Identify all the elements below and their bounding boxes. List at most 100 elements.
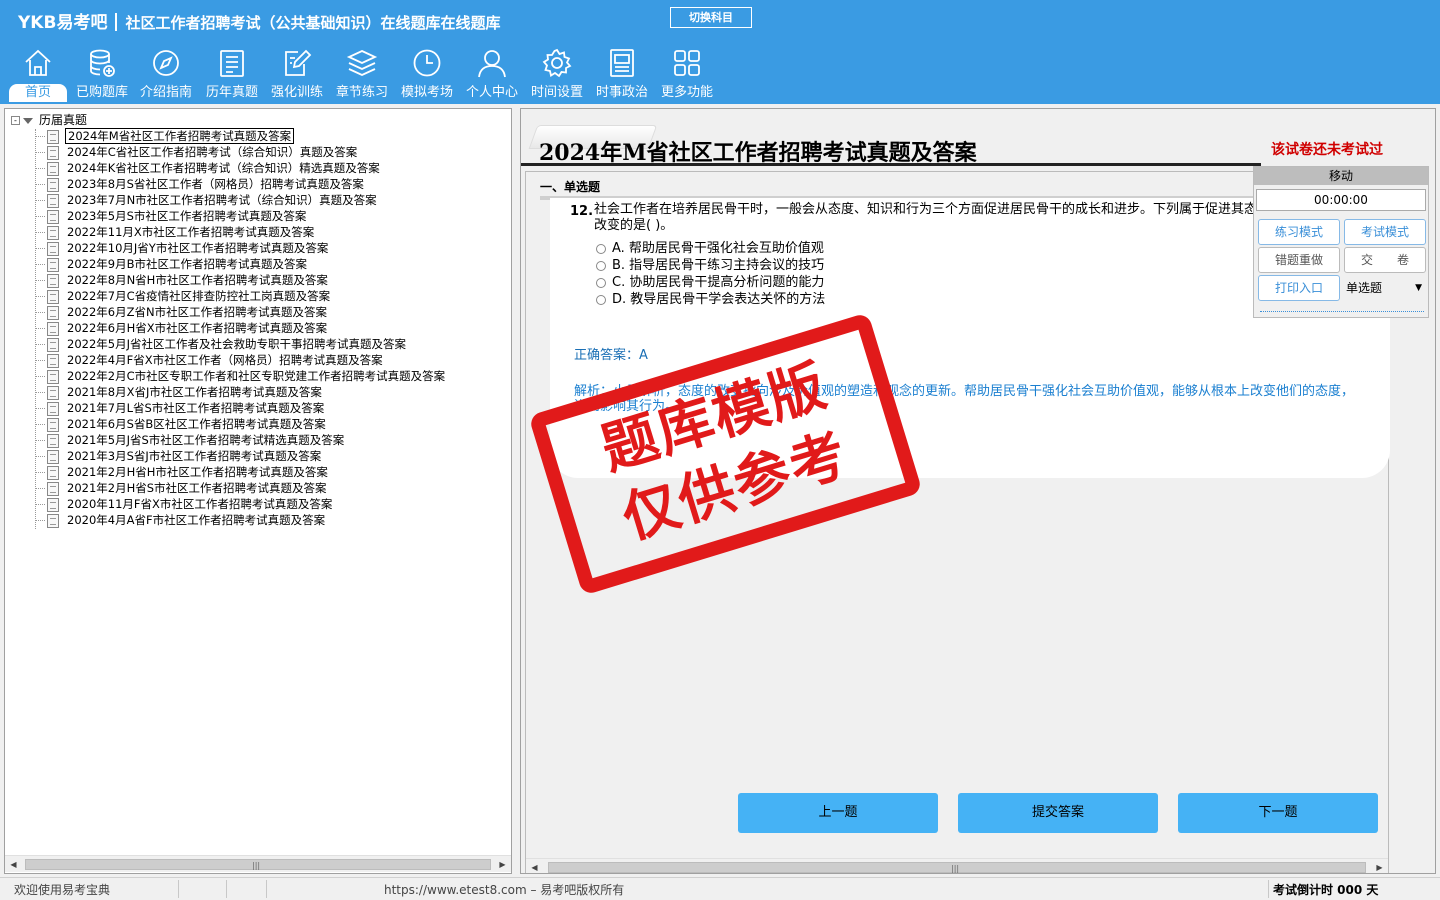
radio-button[interactable] [596, 294, 606, 305]
tree-root[interactable]: - 历届真题 [11, 112, 87, 128]
practice-mode-button[interactable]: 练习模式 [1258, 219, 1340, 245]
nav-more-features[interactable]: 更多功能 [655, 46, 719, 102]
gear-icon [542, 48, 572, 78]
document-icon [47, 481, 59, 496]
tree-connector [35, 408, 45, 409]
tree-item[interactable]: 2022年6月H省X市社区工作者招聘考试真题及答案 [35, 320, 329, 336]
nav-chapter-practice[interactable]: 章节练习 [330, 46, 394, 102]
redo-wrong-button[interactable]: 错题重做 [1258, 247, 1340, 273]
tree-connector [35, 472, 45, 473]
compass-icon [153, 50, 179, 76]
tree-horizontal-scrollbar[interactable]: ◀ ||| ▶ [5, 855, 511, 872]
home-icon [25, 49, 51, 76]
tree-item[interactable]: 2021年2月H省S市社区工作者招聘考试真题及答案 [35, 480, 329, 496]
tree-item[interactable]: 2021年7月L省S市社区工作者招聘考试真题及答案 [35, 400, 326, 416]
app-title: 社区工作者招聘考试（公共基础知识）在线题库在线题库 [125, 14, 501, 32]
document-icon [47, 433, 59, 448]
question-text: 社会工作者在培养居民骨干时，一般会从态度、知识和行为三个方面促进居民骨干的成长和… [594, 202, 1271, 233]
document-icon [47, 241, 59, 256]
option-c[interactable]: C. 协助居民骨干提高分析问题的能力 [596, 274, 824, 291]
scroll-left-icon[interactable]: ◀ [5, 856, 22, 873]
nav-label: 强化训练 [270, 85, 323, 100]
tree-item[interactable]: 2022年7月C省疫情社区排查防控社工岗真题及答案 [35, 288, 332, 304]
scroll-thumb[interactable]: ||| [25, 859, 491, 870]
timer-display: 00:00:00 [1256, 189, 1426, 211]
option-b[interactable]: B. 指导居民骨干练习主持会议的技巧 [596, 257, 824, 274]
document-icon [47, 369, 59, 384]
tree-connector [35, 488, 45, 489]
prev-question-button[interactable]: 上一题 [738, 793, 938, 833]
tree-item[interactable]: 2022年5月J省社区工作者及社会救助专职干事招聘考试真题及答案 [35, 336, 408, 352]
header-bar: YKB易考吧 社区工作者招聘考试（公共基础知识）在线题库在线题库 切换科目 首页 … [0, 0, 1440, 104]
scroll-right-icon[interactable]: ▶ [1371, 859, 1388, 873]
tree-item[interactable]: 2021年5月J省S市社区工作者招聘考试精选真题及答案 [35, 432, 346, 448]
tree-item-label: 2024年M省社区工作者招聘考试真题及答案 [65, 128, 295, 144]
scroll-left-icon[interactable]: ◀ [526, 859, 543, 873]
nav-mock-exam[interactable]: 模拟考场 [395, 46, 459, 102]
dropdown-arrow-icon[interactable]: ▼ [1415, 275, 1422, 301]
exam-mode-button[interactable]: 考试模式 [1344, 219, 1426, 245]
tree-item[interactable]: 2022年10月J省Y市社区工作者招聘考试真题及答案 [35, 240, 330, 256]
tree-item[interactable]: 2024年K省社区工作者招聘考试（综合知识）精选真题及答案 [35, 160, 382, 176]
option-label: D. 教导居民骨干学会表达关怀的方法 [612, 292, 826, 307]
tree-connector [35, 248, 45, 249]
print-entry-button[interactable]: 打印入口 [1258, 275, 1340, 301]
tree-item[interactable]: 2021年6月S省B区社区工作者招聘考试真题及答案 [35, 416, 328, 432]
tree-item[interactable]: 2021年2月H省H市社区工作者招聘考试真题及答案 [35, 464, 330, 480]
grip-icon: ||| [252, 861, 261, 870]
document-icon [47, 513, 59, 528]
tree-item[interactable]: 2020年4月A省F市社区工作者招聘考试真题及答案 [35, 512, 327, 528]
tree-item[interactable]: 2021年3月S省J市社区工作者招聘考试真题及答案 [35, 448, 323, 464]
option-d[interactable]: D. 教导居民骨干学会表达关怀的方法 [596, 291, 825, 308]
move-handle[interactable]: 移动 [1254, 167, 1428, 185]
nav-personal-center[interactable]: 个人中心 [460, 46, 524, 102]
title-underline [521, 163, 1261, 166]
nav-home[interactable]: 首页 [6, 46, 70, 102]
nav-label: 时事政治 [595, 85, 648, 100]
tree-item[interactable]: 2024年M省社区工作者招聘考试真题及答案 [35, 128, 295, 144]
radio-button[interactable] [596, 243, 606, 254]
nav-current-affairs[interactable]: 时事政治 [590, 46, 654, 102]
tree-item[interactable]: 2021年8月X省J市社区工作者招聘考试真题及答案 [35, 384, 324, 400]
tree-item[interactable]: 2023年7月N市社区工作者招聘考试（综合知识）真题及答案 [35, 192, 379, 208]
tree-item-label: 2022年10月J省Y市社区工作者招聘考试真题及答案 [67, 241, 329, 255]
tree-item[interactable]: 2022年11月X市社区工作者招聘考试真题及答案 [35, 224, 316, 240]
submit-paper-button[interactable]: 交 卷 [1344, 247, 1426, 273]
scroll-right-icon[interactable]: ▶ [494, 856, 511, 873]
panel-resize-handle[interactable] [1260, 311, 1424, 315]
tree-item[interactable]: 2022年2月C市社区专职工作者和社区专职党建工作者招聘考试真题及答案 [35, 368, 447, 384]
next-question-button[interactable]: 下一题 [1178, 793, 1378, 833]
tree-item[interactable]: 2022年9月B市社区工作者招聘考试真题及答案 [35, 256, 309, 272]
tree-item[interactable]: 2020年11月F省X市社区工作者招聘考试真题及答案 [35, 496, 334, 512]
tree-item[interactable]: 2023年8月S省社区工作者（网格员）招聘考试真题及答案 [35, 176, 366, 192]
radio-button[interactable] [596, 260, 606, 271]
nav-guide[interactable]: 介绍指南 [134, 46, 198, 102]
exam-tree-panel: - 历届真题 2024年M省社区工作者招聘考试真题及答案 2024年C省社区工作者招… [4, 108, 512, 874]
question-type-select[interactable]: 单选题 ▼ [1344, 275, 1426, 301]
tree-item[interactable]: 2023年5月S市社区工作者招聘考试真题及答案 [35, 208, 308, 224]
collapse-toggle[interactable]: - [11, 116, 20, 125]
option-a[interactable]: A. 帮助居民骨干强化社会互助价值观 [596, 240, 824, 257]
nav-time-settings[interactable]: 时间设置 [525, 46, 589, 102]
nav-label: 首页 [9, 84, 67, 102]
clock-icon [413, 49, 441, 77]
tree-connector [35, 312, 45, 313]
submit-answer-button[interactable]: 提交答案 [958, 793, 1158, 833]
tree-item[interactable]: 2022年4月F省X市社区工作者（网格员）招聘考试真题及答案 [35, 352, 385, 368]
tree-item[interactable]: 2022年8月N省H市社区工作者招聘考试真题及答案 [35, 272, 330, 288]
question-horizontal-scrollbar[interactable]: ◀ ||| ▶ [526, 858, 1388, 873]
nav-purchased-banks[interactable]: 已购题库 [70, 46, 134, 102]
switch-subject-button[interactable]: 切换科目 [670, 7, 752, 28]
nav-intensive-training[interactable]: 强化训练 [265, 46, 329, 102]
tree-item-label: 2022年9月B市社区工作者招聘考试真题及答案 [67, 257, 307, 271]
tree-item[interactable]: 2022年6月Z省N市社区工作者招聘考试真题及答案 [35, 304, 329, 320]
exam-control-panel: 移动 00:00:00 练习模式 考试模式 错题重做 交 卷 打印入口 单选题 ▼ [1253, 166, 1429, 318]
document-icon [47, 161, 59, 176]
document-icon [47, 465, 59, 480]
scroll-thumb[interactable]: ||| [548, 862, 1366, 873]
tree-connector [35, 184, 45, 185]
tree-item[interactable]: 2024年C省社区工作者招聘考试（综合知识）真题及答案 [35, 144, 359, 160]
exam-countdown: 考试倒计时 000 天 [1273, 883, 1379, 897]
radio-button[interactable] [596, 277, 606, 288]
nav-past-exams[interactable]: 历年真题 [200, 46, 264, 102]
